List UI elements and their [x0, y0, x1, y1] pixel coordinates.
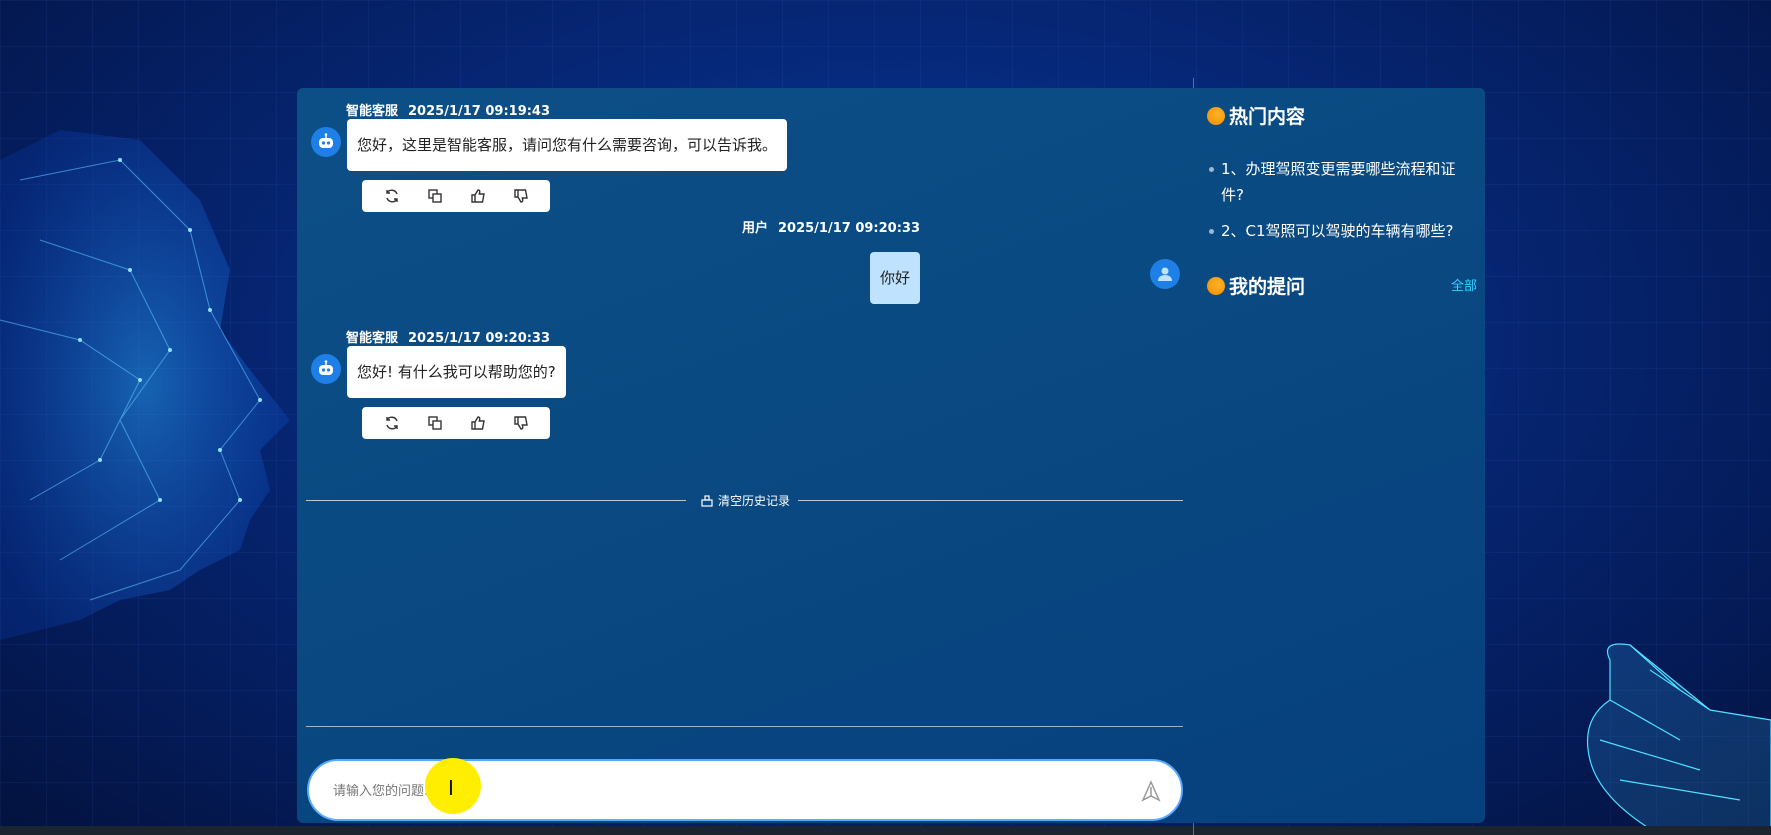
- clear-history-button[interactable]: 清空历史记录: [701, 491, 790, 511]
- orange-dot-icon: [1207, 106, 1225, 125]
- ai-hand-illustration: [1586, 643, 1771, 835]
- bottom-taskbar: [0, 826, 1771, 835]
- message-header: 智能客服 2025/1/17 09:20:33: [346, 327, 550, 346]
- chat-area: 智能客服 2025/1/17 09:19:43 您好，这里是智能客服，请问您有什么…: [297, 88, 1193, 823]
- sender-name: 智能客服: [346, 104, 399, 119]
- bot-message-bubble: 您好! 有什么我可以帮助您的?: [347, 346, 566, 398]
- thumbs-up-icon[interactable]: [464, 409, 492, 437]
- input-divider: [306, 726, 1183, 727]
- copy-icon[interactable]: [421, 182, 449, 210]
- bot-message-bubble: 您好，这里是智能客服，请问您有什么需要咨询，可以告诉我。: [347, 119, 788, 171]
- sidebar: 热门内容 1、办理驾照变更需要哪些流程和证件? 2、C1驾照可以驾驶的车辆有哪些…: [1207, 88, 1477, 823]
- divider-line-right: [798, 500, 1183, 501]
- clear-history-divider: 清空历史记录: [306, 491, 1183, 511]
- my-questions-title: 我的提问: [1207, 272, 1305, 299]
- copy-icon[interactable]: [421, 409, 449, 437]
- robot-icon: [311, 127, 341, 157]
- clear-history-label: 清空历史记录: [718, 494, 791, 508]
- orange-dot-icon: [1207, 276, 1225, 295]
- refresh-icon[interactable]: [378, 182, 406, 210]
- hot-content-title: 热门内容: [1207, 102, 1305, 129]
- thumbs-down-icon[interactable]: [507, 409, 535, 437]
- chat-panel: 智能客服 2025/1/17 09:19:43 您好，这里是智能客服，请问您有什么…: [297, 88, 1485, 823]
- divider-line-left: [306, 500, 686, 501]
- text-cursor-icon: I: [448, 776, 454, 800]
- hot-content-item[interactable]: 2、C1驾照可以驾驶的车辆有哪些?: [1207, 218, 1477, 244]
- thumbs-down-icon[interactable]: [507, 182, 535, 210]
- my-questions-title-text: 我的提问: [1229, 276, 1306, 298]
- ai-face-illustration: [0, 130, 290, 640]
- robot-icon: [311, 354, 341, 384]
- message-actions: [362, 407, 550, 439]
- message-time: 2025/1/17 09:20:33: [777, 221, 920, 236]
- view-all-link[interactable]: 全部: [1451, 275, 1477, 294]
- message-header: 智能客服 2025/1/17 09:19:43: [346, 100, 550, 119]
- message-time: 2025/1/17 09:20:33: [408, 331, 551, 346]
- broom-icon: [701, 495, 713, 507]
- refresh-icon[interactable]: [378, 409, 406, 437]
- message-header: 用户 2025/1/17 09:20:33: [742, 217, 920, 236]
- hot-content-list: 1、办理驾照变更需要哪些流程和证件? 2、C1驾照可以驾驶的车辆有哪些?: [1207, 156, 1477, 254]
- user-icon: [1150, 259, 1180, 289]
- sender-name: 智能客服: [346, 331, 399, 346]
- message-actions: [362, 180, 550, 212]
- message-time: 2025/1/17 09:19:43: [408, 104, 551, 119]
- thumbs-up-icon[interactable]: [464, 182, 492, 210]
- hot-content-title-text: 热门内容: [1229, 106, 1306, 128]
- send-icon[interactable]: [1139, 779, 1163, 803]
- hot-content-item[interactable]: 1、办理驾照变更需要哪些流程和证件?: [1207, 156, 1477, 208]
- user-message-bubble: 你好: [869, 252, 920, 304]
- sender-name: 用户: [741, 221, 768, 236]
